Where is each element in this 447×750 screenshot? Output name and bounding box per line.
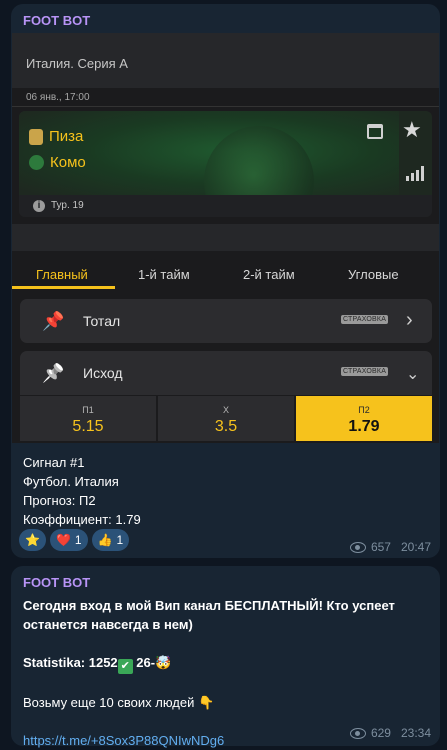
- odd-away-selected: П2 1.79: [296, 396, 432, 441]
- market-tabs: Главный 1-й тайм 2-й тайм Угловые: [12, 255, 439, 291]
- message-meta: 657 20:47: [349, 540, 431, 554]
- tab-main: Главный: [36, 267, 88, 282]
- odd-label: Х: [222, 405, 229, 415]
- insurance-badge: СТРАХОВКА: [341, 315, 389, 324]
- text-line: Сегодня вход в мой Вип канал БЕСПЛАТНЫЙ!…: [23, 598, 395, 632]
- eye-icon: [349, 727, 366, 739]
- odd-draw: Х 3.5: [158, 396, 294, 441]
- odd-value: 3.5: [214, 418, 238, 435]
- total-row: 📌 Тотал СТРАХОВКА ›: [20, 299, 432, 343]
- text-line: Возьму еще 10 своих людей 👇: [23, 695, 215, 710]
- stats-line: Statistika: 1252 ✔ 26-🤯: [23, 655, 172, 674]
- heart-emoji-icon: ❤️: [55, 533, 71, 547]
- away-team-name: Комо: [50, 154, 86, 171]
- sender-name[interactable]: FOOT BOT: [23, 575, 90, 590]
- star-emoji-icon: ⭐: [25, 533, 40, 547]
- view-count: 657: [370, 540, 391, 554]
- text-line: Футбол. Италия: [23, 474, 119, 489]
- odd-label: П2: [358, 405, 370, 415]
- insurance-badge: СТРАХОВКА: [341, 367, 389, 376]
- reaction-star[interactable]: ⭐: [19, 529, 46, 551]
- odd-home: П1 5.15: [20, 396, 156, 441]
- calendar-icon: [367, 124, 383, 139]
- message-time: 23:34: [400, 726, 431, 740]
- outcome-row: 📌 Исход СТРАХОВКА ⌄: [20, 351, 432, 395]
- away-team-crest-icon: [29, 155, 44, 170]
- info-icon: i: [33, 200, 45, 212]
- reaction-count: 1: [116, 533, 124, 547]
- spacer-bar: [12, 224, 439, 251]
- sender-name[interactable]: FOOT BOT: [23, 13, 90, 28]
- total-label: Тотал: [83, 313, 121, 329]
- text-line: Прогноз: П2: [23, 493, 96, 508]
- message-meta: 629 23:34: [349, 726, 431, 740]
- pin-icon: 📌: [42, 311, 65, 331]
- mind-blown-emoji-icon: 🤯: [155, 655, 172, 670]
- reaction-thumbs-up[interactable]: 👍 1: [91, 529, 130, 551]
- reactions: ⭐ ❤️ 1 👍 1: [19, 529, 130, 551]
- away-team: Комо: [29, 154, 86, 171]
- league-header: Италия. Серия А: [12, 33, 439, 88]
- eye-icon: [349, 541, 366, 553]
- league-name: Италия. Серия А: [26, 56, 128, 71]
- message-bubble-1: FOOT BOT Италия. Серия А 06 янв., 17:00 …: [11, 4, 440, 558]
- reaction-count: 1: [74, 533, 82, 547]
- star-icon: ★: [402, 117, 422, 142]
- thumbs-up-emoji-icon: 👍: [97, 533, 113, 547]
- match-card-image[interactable]: Италия. Серия А 06 янв., 17:00 Пиза Комо…: [12, 33, 439, 443]
- reaction-heart[interactable]: ❤️ 1: [49, 529, 88, 551]
- text-line: Коэффициент: 1.79: [23, 512, 141, 527]
- outcome-label: Исход: [83, 365, 123, 381]
- home-team-crest-icon: [29, 128, 43, 145]
- odds-row: П1 5.15 Х 3.5 П2 1.79: [20, 396, 432, 441]
- tab-corners: Угловые: [348, 267, 399, 282]
- active-tab-indicator: [12, 286, 115, 289]
- home-team-name: Пиза: [49, 128, 84, 145]
- tab-first-half: 1-й тайм: [138, 267, 190, 282]
- pin-icon: 📌: [42, 363, 65, 383]
- stats-bars-icon: [406, 166, 424, 181]
- tab-second-half: 2-й тайм: [243, 267, 295, 282]
- match-date: 06 янв., 17:00: [26, 92, 90, 103]
- match-panel: Пиза Комо ★ i Тур. 19: [19, 111, 432, 217]
- chevron-down-icon: ⌄: [406, 366, 420, 383]
- chevron-right-icon: ›: [406, 309, 413, 331]
- odd-value: 1.79: [348, 418, 380, 435]
- round-label: Тур. 19: [51, 200, 84, 211]
- text-line: Сигнал #1: [23, 455, 85, 470]
- view-count: 629: [370, 726, 391, 740]
- check-mark-icon: ✔: [117, 659, 133, 674]
- odd-value: 5.15: [72, 418, 104, 435]
- odd-label: П1: [82, 405, 94, 415]
- message-time: 20:47: [400, 540, 431, 554]
- round-bar: i Тур. 19: [19, 195, 432, 217]
- divider: [12, 106, 439, 107]
- message-text: Сигнал #1 Футбол. Италия Прогноз: П2 Коэ…: [23, 453, 141, 529]
- home-team: Пиза: [29, 128, 83, 145]
- message-bubble-2: FOOT BOT Сегодня вход в мой Вип канал БЕ…: [11, 566, 440, 748]
- pointing-down-emoji-icon: 👇: [198, 695, 215, 710]
